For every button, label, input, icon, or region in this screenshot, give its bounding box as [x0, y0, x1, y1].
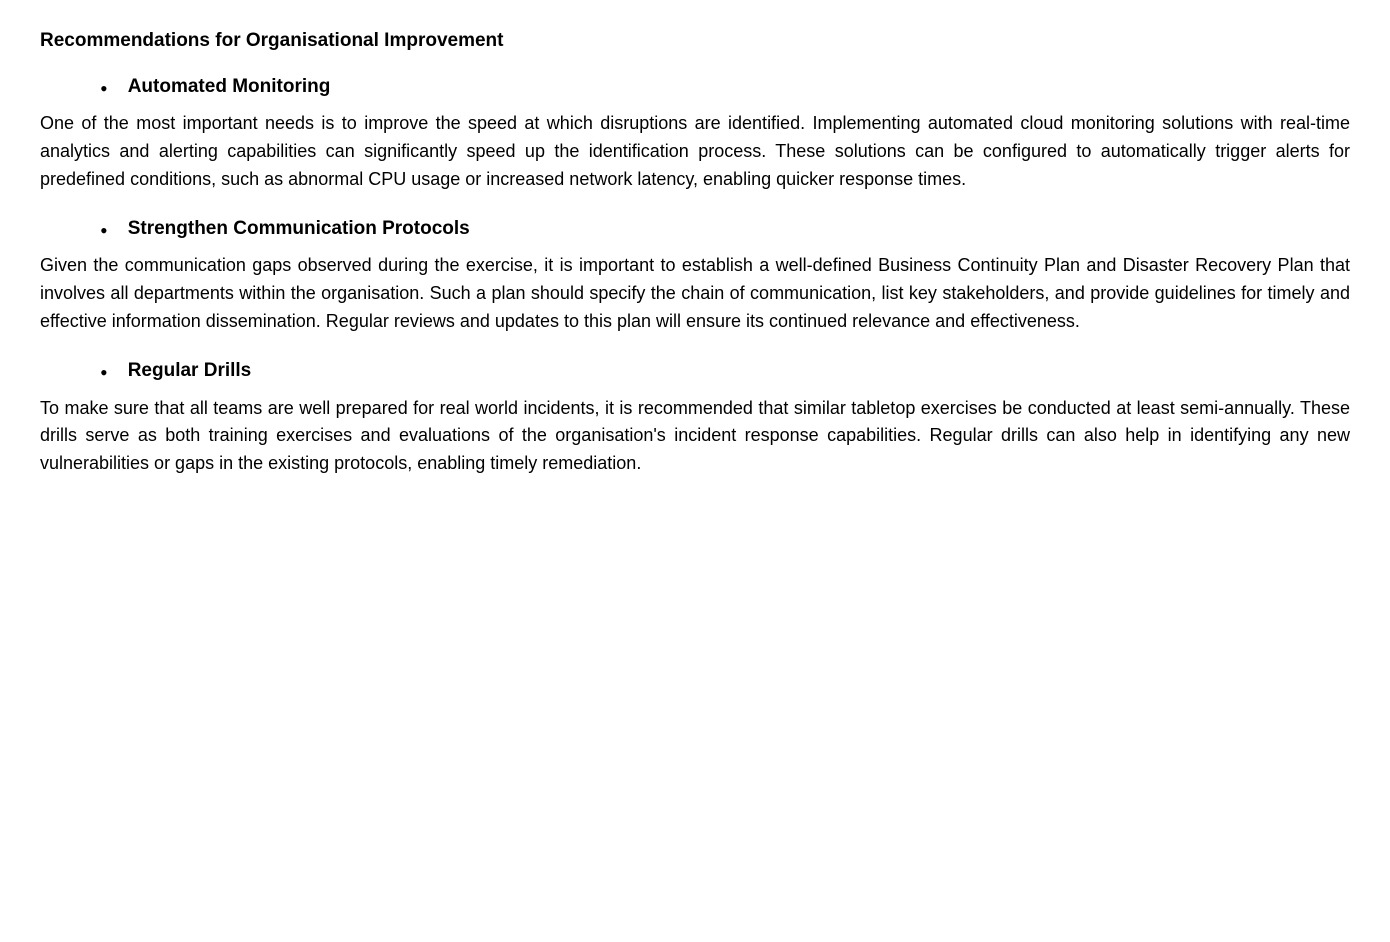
bullet-item-automated-monitoring: • Automated Monitoring: [100, 76, 1350, 102]
page-container: Recommendations for Organisational Impro…: [40, 30, 1350, 478]
bullet-item-communication-protocols: • Strengthen Communication Protocols: [100, 218, 1350, 244]
paragraph-regular-drills: To make sure that all teams are well pre…: [40, 395, 1350, 479]
bullet-dot-2: •: [100, 218, 108, 244]
bullet-label-communication-protocols: Strengthen Communication Protocols: [128, 218, 470, 240]
bullet-item-regular-drills: • Regular Drills: [100, 360, 1350, 386]
bullet-dot-1: •: [100, 76, 108, 102]
bullet-label-automated-monitoring: Automated Monitoring: [128, 76, 331, 98]
paragraph-automated-monitoring: One of the most important needs is to im…: [40, 110, 1350, 194]
bullet-label-regular-drills: Regular Drills: [128, 360, 252, 382]
paragraph-communication-protocols: Given the communication gaps observed du…: [40, 252, 1350, 336]
main-heading: Recommendations for Organisational Impro…: [40, 30, 1350, 52]
bullet-dot-3: •: [100, 360, 108, 386]
